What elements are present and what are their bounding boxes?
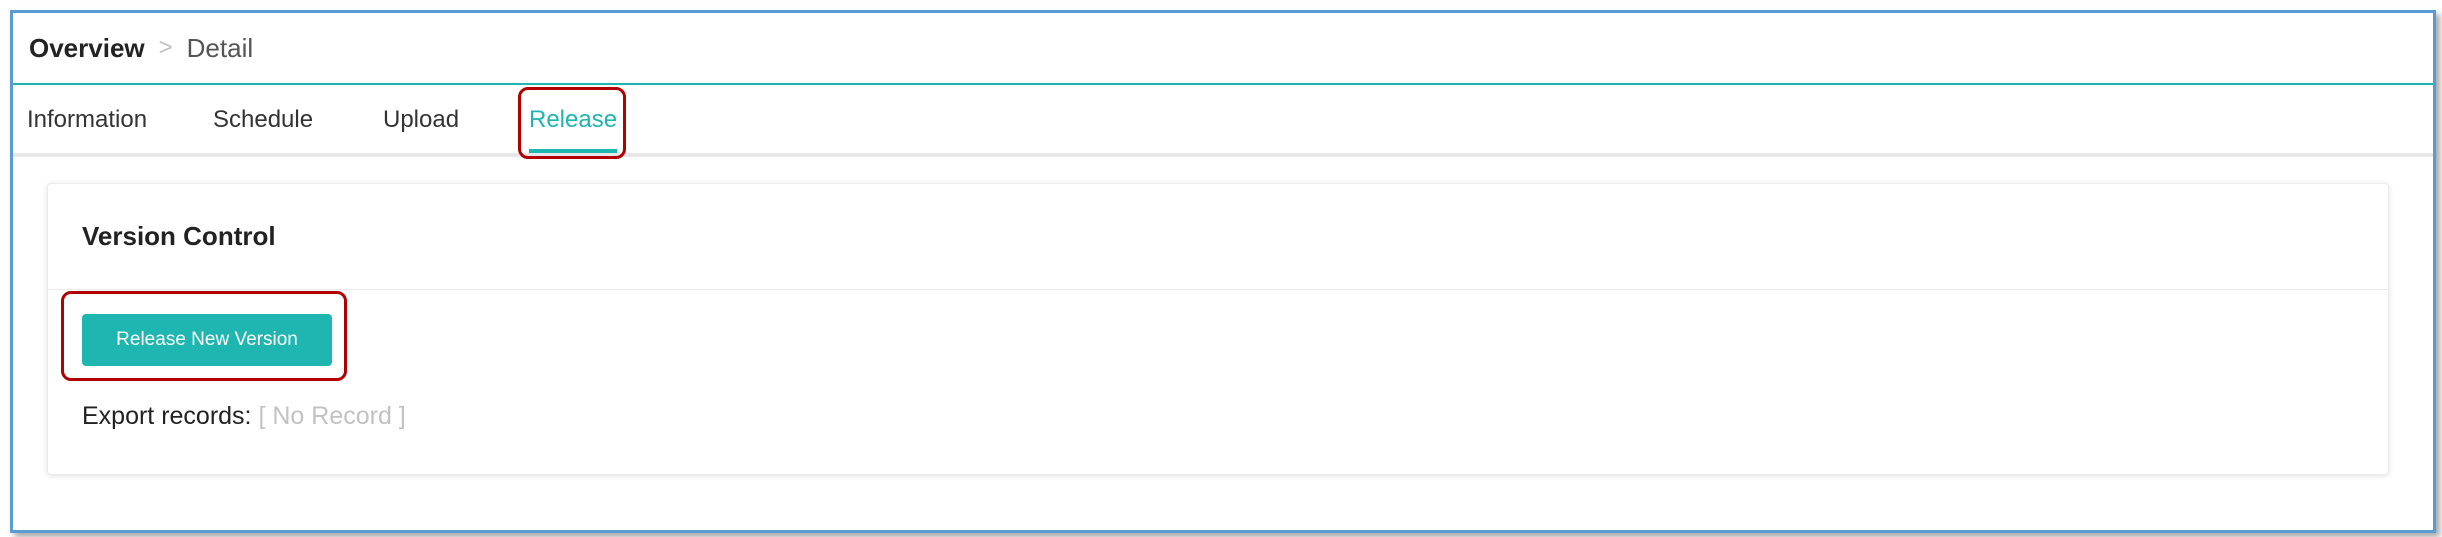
app-frame: Overview > Detail Information Schedule U…: [10, 10, 2436, 533]
breadcrumb-detail: Detail: [186, 32, 254, 63]
breadcrumb-overview[interactable]: Overview: [29, 33, 145, 64]
tab-information[interactable]: Information: [27, 85, 147, 153]
chevron-right-icon: >: [158, 34, 173, 61]
tab-schedule[interactable]: Schedule: [213, 85, 313, 153]
export-records-value: [ No Record ]: [258, 402, 406, 430]
tab-release[interactable]: Release: [529, 85, 618, 153]
tab-bar: Information Schedule Upload Release: [13, 85, 2433, 157]
version-control-card: Version Control Release New Version Expo…: [47, 183, 2389, 475]
release-new-version-button[interactable]: Release New Version: [82, 314, 332, 366]
export-records: Export records: [ No Record ]: [82, 402, 406, 431]
tab-upload[interactable]: Upload: [383, 85, 459, 153]
export-records-label: Export records:: [82, 402, 252, 430]
breadcrumb: Overview > Detail: [29, 13, 253, 83]
card-title: Version Control: [48, 184, 2388, 290]
